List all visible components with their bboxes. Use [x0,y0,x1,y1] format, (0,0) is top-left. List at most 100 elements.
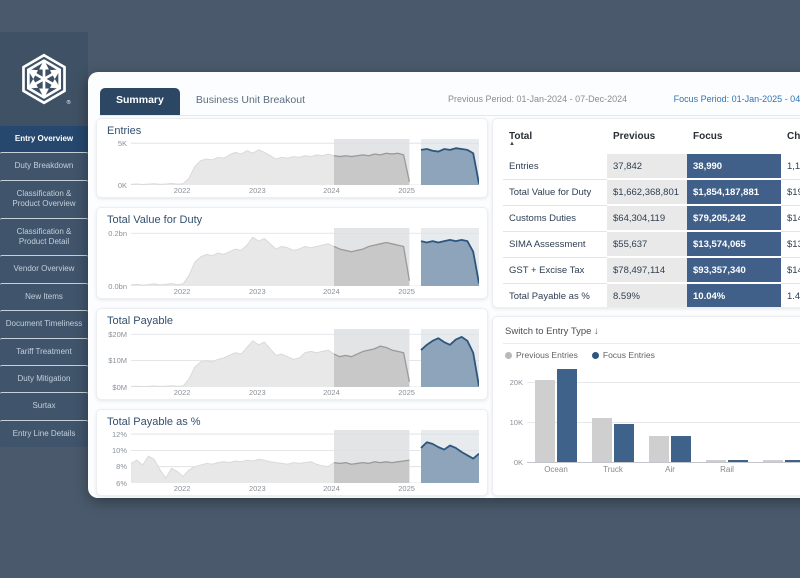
sidebar-item-entry-line-details[interactable]: Entry Line Details [0,420,88,447]
row-label: Total Value for Duty [503,180,607,206]
bar-y-tick-label: 10K [510,418,523,427]
area-plot[interactable] [131,430,479,483]
area-plot[interactable] [131,329,479,387]
y-tick-label: $20M [108,330,127,339]
bar-previous-ocean[interactable] [535,380,555,462]
bar-category-label: Rail [720,465,734,474]
totals-table-card: Total▲PreviousFocusChange Entries37,84238… [492,118,800,308]
legend-label: Focus Entries [603,350,655,360]
x-tick-label: 2024 [323,287,340,296]
app-logo: ® [0,32,88,126]
y-tick-label: 0.2bn [108,229,127,238]
sidebar-item-duty-mitigation[interactable]: Duty Mitigation [0,365,88,392]
row-label: SIMA Assessment [503,232,607,258]
y-tick-label: $10M [108,356,127,365]
bar-category-label: Truck [603,465,623,474]
y-axis-labels: 5K0K [105,139,131,185]
switch-entry-type-button[interactable]: Switch to Entry Type ↓ [503,323,800,344]
bar-plot [527,366,800,462]
sidebar-item-tariff-treatment[interactable]: Tariff Treatment [0,338,88,365]
tab-bar: Summary Business Unit Breakout Previous … [100,88,800,116]
change-value: $13,518,428 [781,232,800,258]
desktop-background: ® Entry OverviewDuty BreakdownClassifica… [0,0,800,578]
chart-panel-total-value-for-duty: Total Value for Duty0.2bn0.0bn2022202320… [96,207,488,299]
trend-charts-column: Entries5K0K2022202320242025Total Value f… [96,118,488,496]
focus-value: 10.04% [687,284,781,308]
legend-item-focus-entries[interactable]: Focus Entries [592,350,655,360]
y-axis-labels: 0.2bn0.0bn [105,228,131,286]
y-axis-labels: 12%10%8%6% [105,430,131,483]
chart-panel-entries: Entries 5K0K2022202320242025 [96,118,488,198]
svg-text:®: ® [67,99,71,106]
bar-group-ocean [535,369,577,462]
legend-dot-icon [505,352,512,359]
tab-business-unit-breakout[interactable]: Business Unit Breakout [180,88,321,115]
bar-group-truck [592,418,634,462]
table-header-total[interactable]: Total▲ [503,127,607,154]
focus-value: $93,357,340 [687,258,781,284]
x-axis-labels: 2022202320242025 [131,185,479,196]
change-value: $14,901,123 [781,206,800,232]
focus-value: $1,854,187,881 [687,180,781,206]
bar-previous-truck[interactable] [592,418,612,462]
table-header-focus[interactable]: Focus [687,127,781,154]
previous-value: $55,637 [607,232,687,258]
x-tick-label: 2025 [398,484,415,493]
bar-x-axis: Ocean Truck Air Rail [527,462,800,476]
table-header-previous[interactable]: Previous [607,127,687,154]
focus-value: 38,990 [687,154,781,180]
x-tick-label: 2024 [323,484,340,493]
sidebar-item-classification-product-detail[interactable]: Classification & Product Detail [0,218,88,256]
bar-focus-air[interactable] [671,436,691,462]
previous-value: $64,304,119 [607,206,687,232]
sidebar-item-new-items[interactable]: New Items [0,283,88,310]
change-value: 1.45% [781,284,800,308]
y-tick-label: 0K [118,181,127,190]
sidebar-item-duty-breakdown[interactable]: Duty Breakdown [0,152,88,179]
sidebar-item-entry-overview[interactable]: Entry Overview [0,126,88,152]
bar-category-label: Ocean [544,465,568,474]
sidebar-item-vendor-overview[interactable]: Vendor Overview [0,255,88,282]
focus-value: $79,205,242 [687,206,781,232]
x-tick-label: 2022 [174,388,191,397]
bar-chart: 20K10K0K [503,366,800,462]
row-label: Entries [503,154,607,180]
sidebar-item-surtax[interactable]: Surtax [0,392,88,419]
tab-summary[interactable]: Summary [100,88,180,115]
change-value: 1,148 [781,154,800,180]
sidebar-nav: Entry OverviewDuty BreakdownClassificati… [0,126,88,447]
previous-value: $78,497,114 [607,258,687,284]
sidebar-item-classification-product-overview[interactable]: Classification & Product Overview [0,180,88,218]
right-column: Total▲PreviousFocusChange Entries37,84238… [492,118,800,496]
chart-panel-total-payable: Total Payable$20M$10M$0M2022202320242025 [96,308,488,400]
x-tick-label: 2023 [249,484,266,493]
previous-value: 37,842 [607,154,687,180]
sidebar-item-document-timeliness[interactable]: Document Timeliness [0,310,88,337]
chart-title: Total Payable [107,315,479,327]
bar-y-tick-label: 0K [514,458,523,467]
bar-focus-ocean[interactable] [557,369,577,462]
y-tick-label: 10% [112,446,127,455]
y-axis-labels: $20M$10M$0M [105,329,131,387]
x-tick-label: 2022 [174,484,191,493]
legend-dot-icon [592,352,599,359]
area-plot[interactable] [131,139,479,185]
legend-item-previous-entries[interactable]: Previous Entries [505,350,578,360]
dashboard-card: Summary Business Unit Breakout Previous … [88,72,800,498]
x-axis-labels: 2022202320242025 [131,286,479,297]
table-header-change[interactable]: Change [781,127,800,154]
area-plot[interactable] [131,228,479,286]
chart-panel-total-payable-as: Total Payable as %12%10%8%6%202220232024… [96,409,488,496]
bar-focus-truck[interactable] [614,424,634,462]
chart-title: Entries [107,125,479,137]
sort-indicator-icon: ▲ [509,142,599,146]
y-tick-label: 8% [116,462,127,471]
x-tick-label: 2025 [398,186,415,195]
sidebar: ® Entry OverviewDuty BreakdownClassifica… [0,32,88,444]
row-label: Total Payable as % [503,284,607,308]
legend-label: Previous Entries [516,350,578,360]
bar-previous-air[interactable] [649,436,669,462]
y-tick-label: 6% [116,479,127,488]
bar-legend: Previous Entries Focus Entries [503,344,800,364]
bar-category-label: Air [665,465,675,474]
